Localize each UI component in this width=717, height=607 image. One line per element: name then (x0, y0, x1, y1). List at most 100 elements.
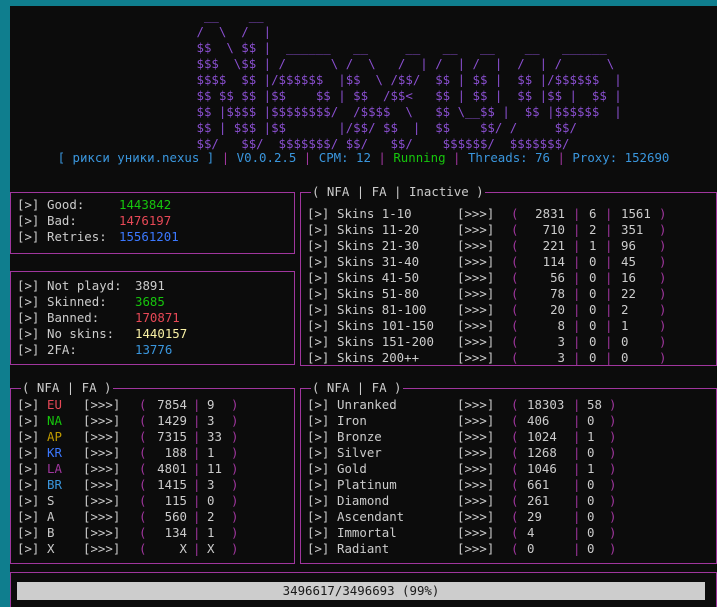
paren-close: ) (231, 413, 239, 428)
paren-open: ( (511, 286, 519, 301)
cpm-readout: CPM: 12 (318, 150, 371, 165)
fa-value: 0 (587, 413, 595, 428)
bar-sep: | (193, 477, 201, 492)
arrow-icon: [>>>] (457, 477, 495, 492)
bar-sep: | (605, 238, 613, 253)
status-divider: | (445, 150, 468, 165)
bullet-icon: [>] (17, 413, 40, 428)
detail-row: [>] No skins: 1440157 (17, 326, 287, 342)
region-label: S (47, 493, 55, 508)
skins-label: Skins 151-200 (337, 334, 434, 349)
bar-sep: | (193, 509, 201, 524)
paren-close: ) (231, 429, 239, 444)
fa-value: 0 (587, 509, 595, 524)
fa-value: 1 (589, 238, 597, 253)
nfa-value: 2831 (535, 206, 565, 221)
nfa-value: 18303 (527, 397, 565, 412)
ranks-panel: ( NFA | FA ) [>] Unranked [>>>](18303 | 58)[… (300, 380, 717, 564)
paren-close: ) (659, 238, 667, 253)
paren-close: ) (659, 206, 667, 221)
inactive-value: 45 (621, 254, 636, 269)
bar-sep: | (605, 254, 613, 269)
paren-open: ( (511, 525, 519, 540)
skins-row: [>] Skins 101-150 [>>>] (8 | 0 | 1) (307, 318, 712, 334)
bar-sep: | (573, 222, 581, 237)
skins-panel-title: ( NFA | FA | Inactive ) (311, 184, 485, 200)
progress-panel: 3496617/3496693 (99%) (10, 572, 717, 607)
arrow-icon: [>>>] (457, 493, 495, 508)
bullet-icon: [>] (307, 350, 330, 365)
skins-label: Skins 51-80 (337, 286, 420, 301)
rank-row: [>] Unranked [>>>] (18303 | 58) (307, 397, 712, 413)
paren-open: ( (511, 429, 519, 444)
bullet-icon: [>] (17, 310, 40, 325)
bullet-icon: [>] (17, 326, 40, 341)
status-divider: | (214, 150, 237, 165)
arrow-icon: [>>>] (457, 445, 495, 460)
region-label: KR (47, 445, 62, 460)
nfa-value: 115 (164, 493, 187, 508)
fa-value: 0 (587, 525, 595, 540)
bar-sep: | (605, 206, 613, 221)
paren-open: ( (511, 254, 519, 269)
rank-label: Radiant (337, 541, 390, 556)
bar-sep: | (605, 270, 613, 285)
detail-label: Banned: (47, 310, 100, 325)
bullet-icon: [>] (17, 477, 40, 492)
region-label: AP (47, 429, 62, 444)
bar-sep: | (605, 222, 613, 237)
nfa-value: 7854 (157, 397, 187, 412)
paren-open: ( (511, 477, 519, 492)
nfa-value: 406 (527, 413, 550, 428)
rank-label: Bronze (337, 429, 382, 444)
inactive-value: 0 (621, 334, 629, 349)
detail-label: 2FA: (47, 342, 77, 357)
arrow-icon: [>>>] (457, 302, 495, 317)
inactive-value: 2 (621, 302, 629, 317)
paren-open: ( (511, 350, 519, 365)
bullet-icon: [>] (307, 525, 330, 540)
nfa-value: 560 (164, 509, 187, 524)
rank-label: Diamond (337, 493, 390, 508)
paren-open: ( (139, 445, 147, 460)
detail-value: 3891 (135, 278, 165, 293)
progress-text: 3496617/3496693 (99%) (282, 583, 440, 598)
bar-sep: | (193, 541, 201, 556)
bullet-icon: [>] (17, 294, 40, 309)
bullet-icon: [>] (307, 413, 330, 428)
arrow-icon: [>>>] (457, 238, 495, 253)
paren-close: ) (231, 461, 239, 476)
terminal-window: __ __ / \ / | $$ \ $$ | ______ __ __ __ … (10, 6, 717, 607)
paren-open: ( (139, 525, 147, 540)
bar-sep: | (193, 397, 201, 412)
detail-value: 170871 (135, 310, 180, 325)
fa-value: 1 (587, 461, 595, 476)
paren-close: ) (609, 413, 617, 428)
region-label: EU (47, 397, 62, 412)
fa-value: 6 (589, 206, 597, 221)
rank-row: [>] Immortal [>>>] (4 | 0) (307, 525, 712, 541)
bar-sep: | (573, 270, 581, 285)
paren-open: ( (511, 334, 519, 349)
fa-value: 1 (207, 525, 215, 540)
paren-open: ( (139, 413, 147, 428)
paren-open: ( (139, 477, 147, 492)
bar-sep: | (605, 350, 613, 365)
paren-open: ( (511, 541, 519, 556)
paren-close: ) (659, 302, 667, 317)
rank-label: Immortal (337, 525, 397, 540)
fa-value: 9 (207, 397, 215, 412)
bullet-icon: [>] (307, 334, 330, 349)
paren-open: ( (511, 461, 519, 476)
arrow-icon: [>>>] (457, 525, 495, 540)
arrow-icon: [>>>] (83, 461, 121, 476)
nfa-value: 8 (557, 318, 565, 333)
skins-label: Skins 1-10 (337, 206, 412, 221)
paren-open: ( (139, 429, 147, 444)
skins-label: Skins 31-40 (337, 254, 420, 269)
paren-close: ) (609, 541, 617, 556)
fa-value: 0 (589, 286, 597, 301)
paren-close: ) (609, 509, 617, 524)
paren-close: ) (659, 318, 667, 333)
rank-row: [>] Ascendant [>>>] (29 | 0) (307, 509, 712, 525)
